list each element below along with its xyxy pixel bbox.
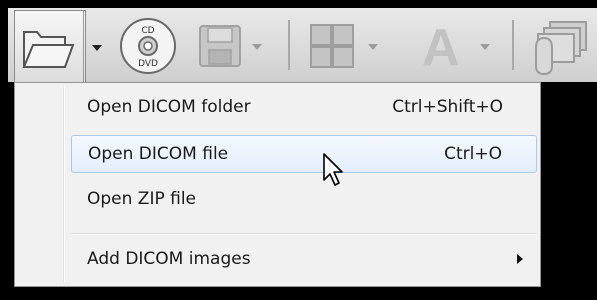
open-folder-split-button[interactable] (14, 10, 102, 84)
floppy-disk-icon (199, 25, 241, 67)
annotation-button[interactable]: A (418, 19, 490, 77)
menu-separator (71, 233, 537, 235)
menu-item-label: Open DICOM file (88, 144, 229, 164)
letter-a-icon: A (422, 19, 460, 77)
menu-item-label: Open ZIP file (87, 189, 197, 209)
menu-icon-gutter (63, 87, 65, 282)
application-window: CD DVD A Open DICOM folder Ctrl+Shift+O … (0, 0, 597, 300)
submenu-arrow-icon (517, 254, 523, 264)
menu-item-open-dicom-folder[interactable]: Open DICOM folder Ctrl+Shift+O (71, 89, 537, 127)
menu-item-shortcut: Ctrl+Shift+O (392, 97, 503, 117)
open-dropdown-menu: Open DICOM folder Ctrl+Shift+O Open DICO… (14, 82, 541, 287)
mouse-pointer-icon (323, 153, 343, 186)
dvd-label: DVD (138, 59, 158, 69)
menu-item-open-dicom-file[interactable]: Open DICOM file Ctrl+O (71, 135, 537, 173)
split-divider (83, 11, 84, 83)
image-stack-icon (535, 21, 587, 76)
toolbar-separator-2 (512, 20, 514, 70)
cd-label: CD (141, 26, 154, 36)
menu-item-add-dicom-images[interactable]: Add DICOM images (71, 241, 537, 279)
menu-item-label: Open DICOM folder (87, 97, 251, 117)
main-toolbar: CD DVD A (8, 8, 597, 84)
cd-dvd-icon: CD DVD (120, 18, 176, 74)
burn-cd-dvd-button[interactable]: CD DVD (118, 16, 178, 76)
menu-item-open-zip-file[interactable]: Open ZIP file (71, 181, 537, 219)
layout-chevron-down-icon[interactable] (368, 44, 378, 50)
folder-open-icon (22, 31, 75, 68)
layout-button[interactable] (308, 22, 382, 72)
menu-item-label: Add DICOM images (87, 249, 251, 269)
save-button[interactable] (196, 22, 268, 72)
save-chevron-down-icon[interactable] (252, 44, 262, 50)
toolbar-separator (288, 20, 290, 70)
chevron-down-icon[interactable] (92, 45, 102, 51)
grid-layout-icon (310, 24, 354, 68)
menu-item-shortcut: Ctrl+O (444, 144, 502, 164)
annotation-chevron-down-icon[interactable] (480, 44, 490, 50)
series-button[interactable] (532, 18, 592, 76)
